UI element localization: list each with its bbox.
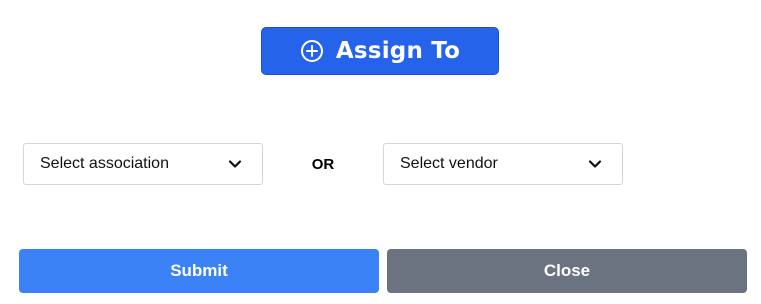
plus-circle-icon <box>300 39 324 63</box>
association-select-value: Select association <box>40 155 169 172</box>
close-button[interactable]: Close <box>387 249 747 293</box>
assign-to-label: Assign To <box>335 38 461 64</box>
association-select[interactable]: Select association <box>23 143 263 185</box>
vendor-select[interactable]: Select vendor <box>383 143 623 185</box>
or-separator: OR <box>311 155 335 173</box>
vendor-select-value: Select vendor <box>400 155 498 172</box>
chevron-down-icon <box>588 157 602 171</box>
chevron-down-icon <box>228 157 242 171</box>
assign-to-button[interactable]: Assign To <box>261 27 499 75</box>
submit-button[interactable]: Submit <box>19 249 379 293</box>
